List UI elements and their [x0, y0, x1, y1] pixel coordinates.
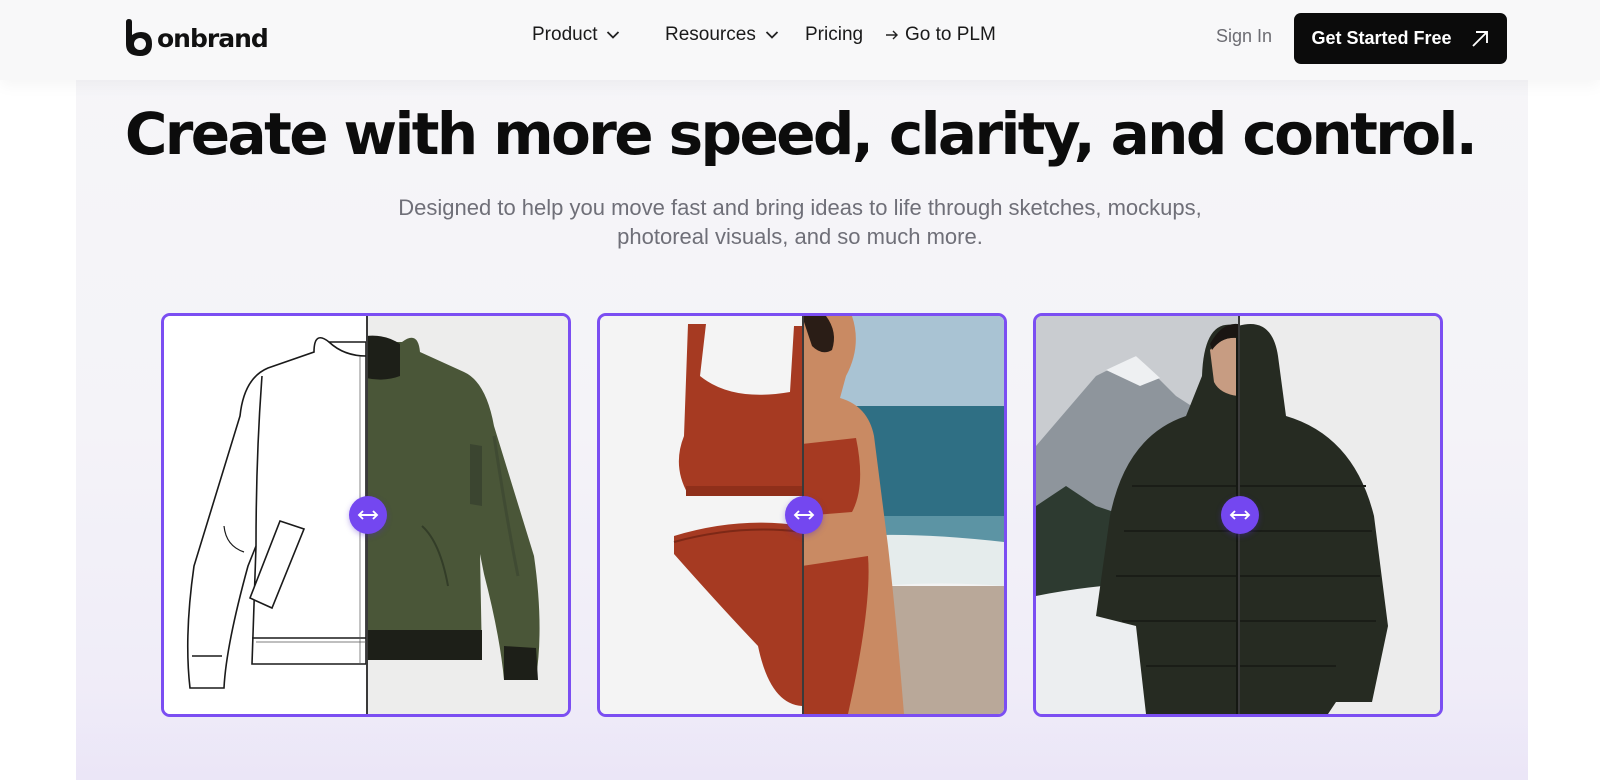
- hero-title: Create with more speed, clarity, and con…: [124, 100, 1478, 168]
- nav-item-label: Go to PLM: [905, 24, 996, 45]
- comparison-card-puffer-jacket[interactable]: [1033, 313, 1443, 717]
- arrow-up-right-icon: [1471, 30, 1488, 47]
- comparison-slider-handle[interactable]: [785, 496, 823, 534]
- hero-subtitle-line-2: photoreal visuals, and so much more.: [617, 224, 983, 249]
- nav-item-label: Pricing: [805, 24, 864, 45]
- arrow-left-right-icon: [357, 510, 379, 520]
- comparison-slider-handle[interactable]: [1221, 496, 1259, 534]
- sign-in-link[interactable]: Sign In: [1216, 26, 1272, 47]
- nav-item-go-to-plm[interactable]: Go to PLM: [885, 24, 996, 46]
- site-header: onbrand Product Resources Pricing Go to …: [0, 0, 1600, 80]
- hero-subtitle: Designed to help you move fast and bring…: [380, 193, 1220, 251]
- nav-item-resources[interactable]: Resources: [665, 24, 779, 46]
- nav-item-product[interactable]: Product: [532, 24, 620, 46]
- nav-item-pricing[interactable]: Pricing: [805, 24, 863, 46]
- arrow-left-right-icon: [793, 510, 815, 520]
- onbrand-logo-icon: [124, 19, 154, 57]
- comparison-card-bikini[interactable]: [597, 313, 1007, 717]
- brand-name: onbrand: [157, 23, 269, 53]
- arrow-left-right-icon: [1229, 510, 1251, 520]
- hero-subtitle-line-1: Designed to help you move fast and bring…: [398, 195, 1202, 220]
- nav-item-label: Product: [532, 24, 598, 45]
- cta-label: Get Started Free: [1311, 28, 1452, 48]
- comparison-card-bomber-jacket[interactable]: [161, 313, 571, 717]
- arrow-right-icon: [886, 30, 898, 40]
- get-started-button[interactable]: Get Started Free: [1294, 13, 1507, 64]
- chevron-down-icon: [607, 31, 620, 39]
- comparison-slider-handle[interactable]: [349, 496, 387, 534]
- brand-logo[interactable]: onbrand: [124, 18, 269, 58]
- nav-item-label: Resources: [665, 24, 756, 45]
- chevron-down-icon: [765, 31, 778, 39]
